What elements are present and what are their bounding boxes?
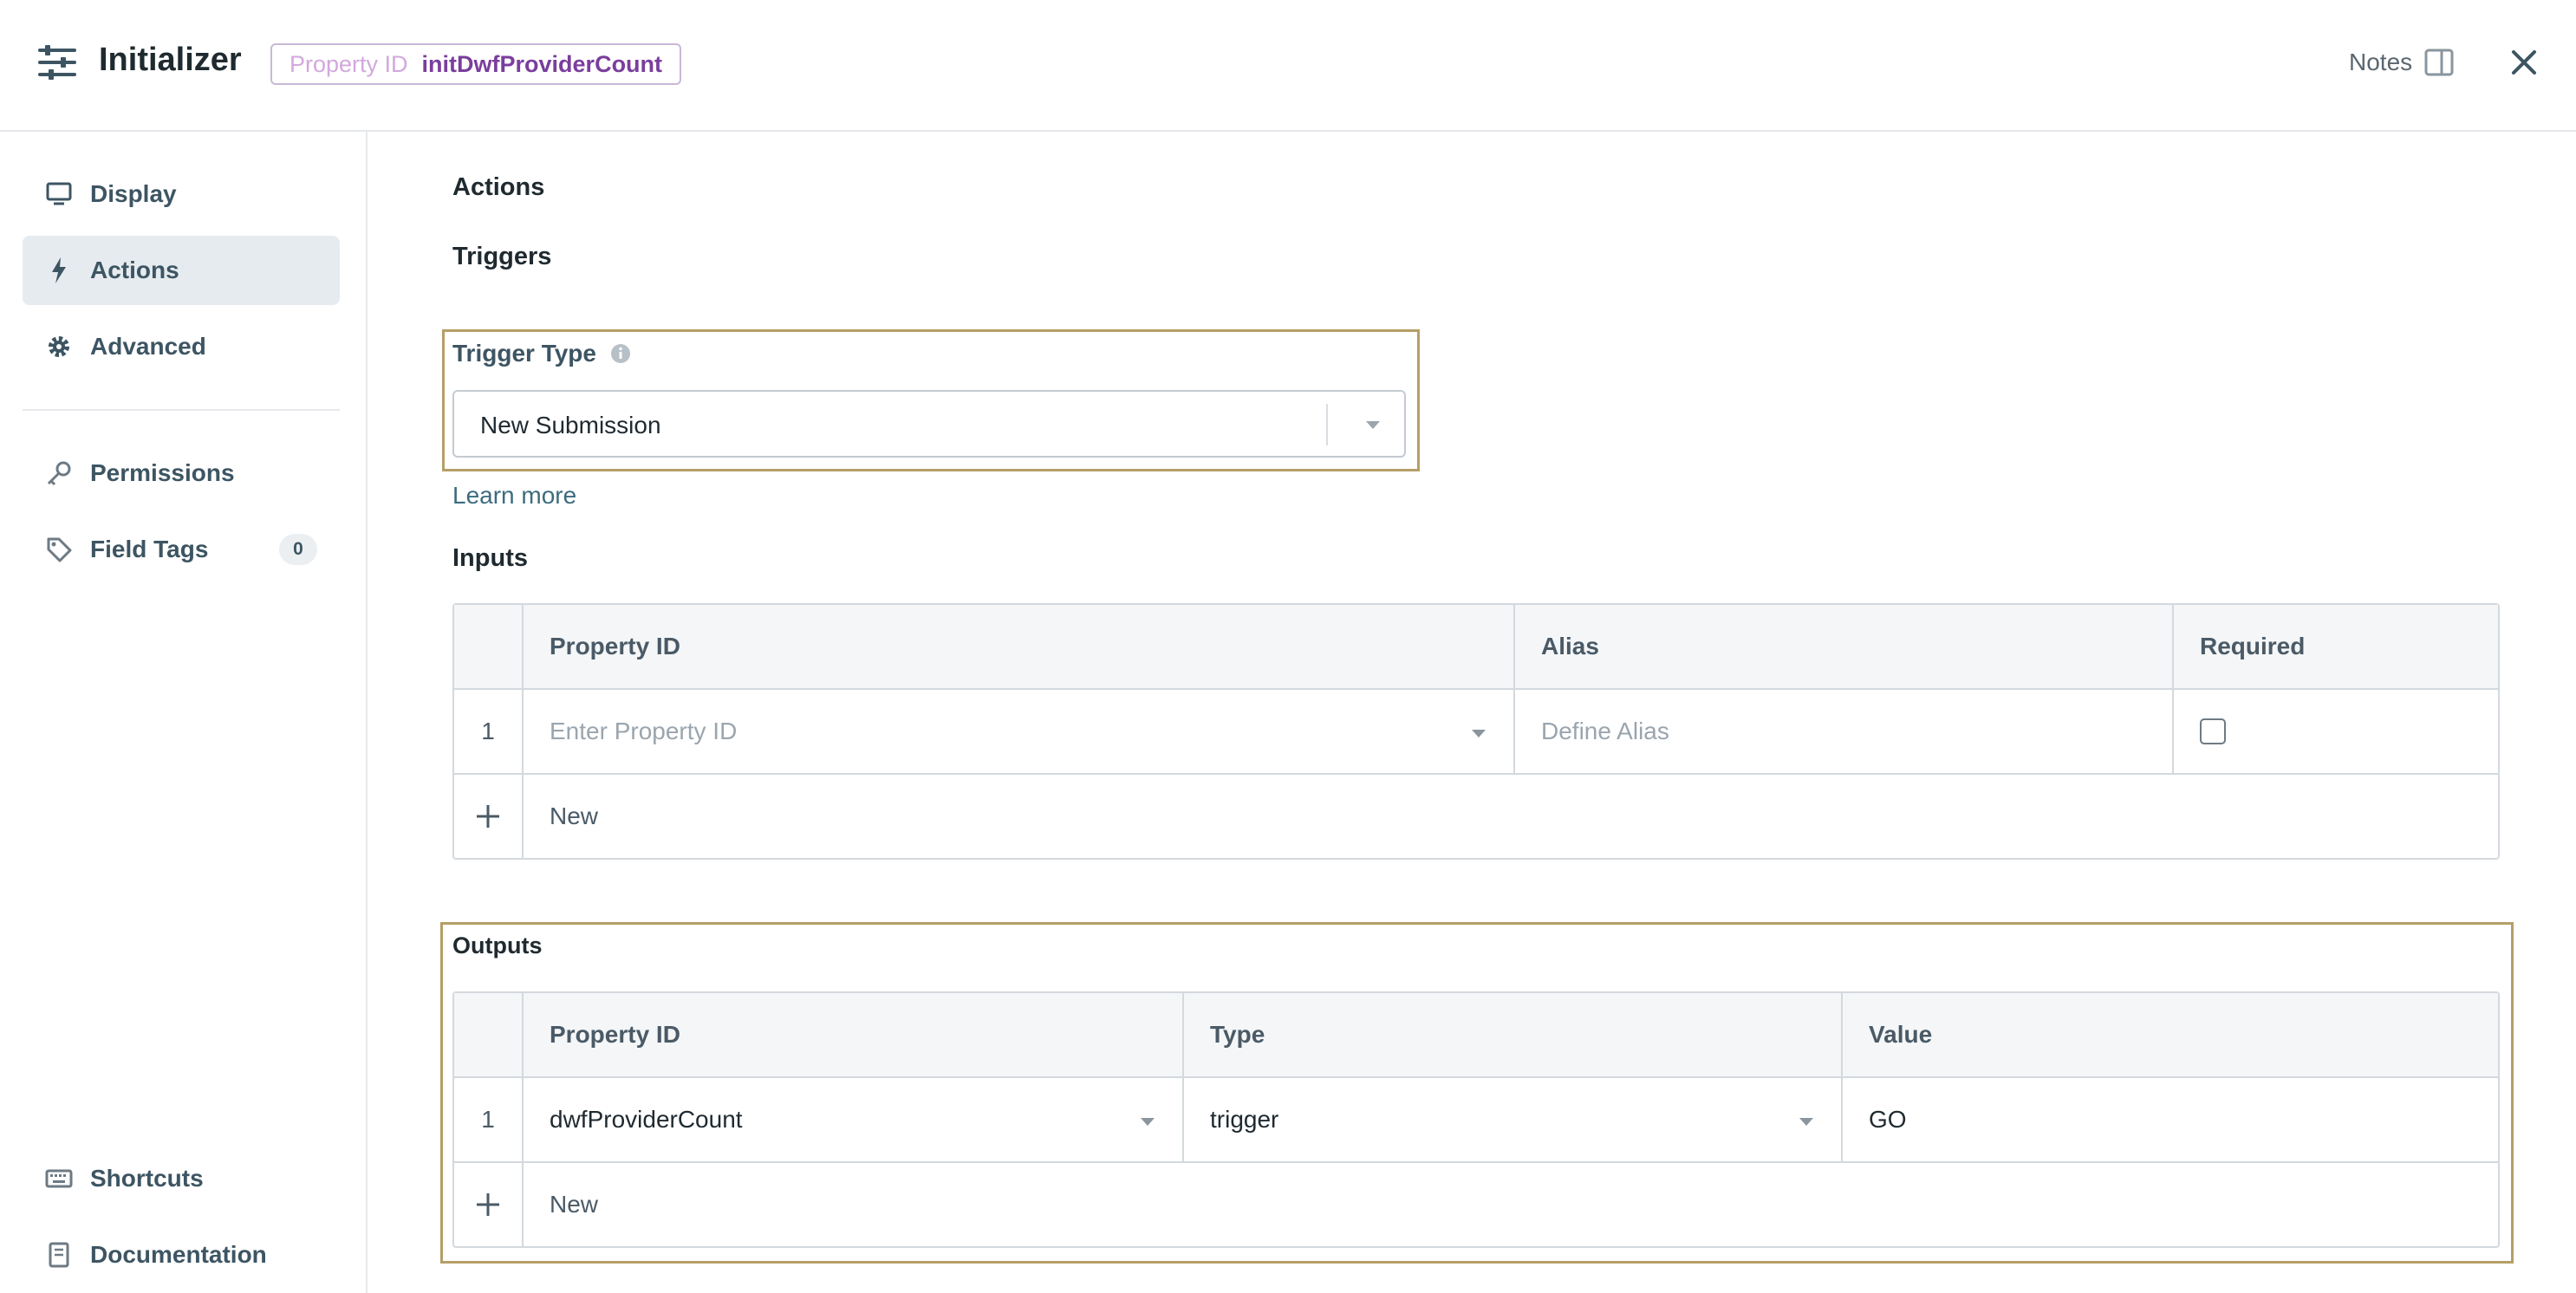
chevron-down-icon xyxy=(1141,1118,1155,1126)
trigger-type-label-text: Trigger Type xyxy=(452,340,596,367)
output-value: GO xyxy=(1869,1106,1907,1133)
new-row: New xyxy=(454,1163,2498,1246)
property-id-label: Property ID xyxy=(289,50,408,77)
output-property-id-dropdown[interactable]: dwfProviderCount xyxy=(524,1078,1184,1161)
alias-input[interactable]: Define Alias xyxy=(1515,690,2174,773)
add-row-button[interactable] xyxy=(454,1163,524,1246)
sidebar-item-label: Display xyxy=(90,180,177,207)
column-header: Value xyxy=(1869,1021,1933,1048)
property-id-value: initDwfProviderCount xyxy=(421,50,663,77)
trigger-type-select[interactable]: New Submission xyxy=(452,390,1406,458)
new-row: New xyxy=(454,775,2498,858)
info-icon[interactable] xyxy=(610,343,631,364)
actions-heading: Actions xyxy=(452,173,545,201)
output-type-dropdown[interactable]: trigger xyxy=(1184,1078,1843,1161)
chevron-down-icon xyxy=(1472,730,1486,737)
column-header: Property ID xyxy=(524,993,1184,1076)
sidebar-item-advanced[interactable]: Advanced xyxy=(23,312,340,381)
table-row: 1 Enter Property ID Define Alias xyxy=(454,690,2498,775)
outputs-table: Property ID Type Value 1 dwfProviderCoun… xyxy=(452,991,2500,1248)
monitor-icon xyxy=(45,180,73,208)
sidebar: Display Actions Advanced Permissions Fie… xyxy=(0,132,368,1293)
inputs-table: Property ID Alias Required 1 Enter Prope… xyxy=(452,603,2500,860)
new-row-label[interactable]: New xyxy=(524,1163,2498,1246)
sidebar-item-label: Permissions xyxy=(90,459,235,486)
alias-placeholder: Define Alias xyxy=(1541,718,1669,744)
column-header: Required xyxy=(2200,633,2306,659)
add-row-button[interactable] xyxy=(454,775,524,858)
header: Initializer Property ID initDwfProviderC… xyxy=(0,0,2576,132)
property-id-badge: Property ID initDwfProviderCount xyxy=(270,43,682,85)
column-header: Alias xyxy=(1515,605,2174,688)
sidebar-item-shortcuts[interactable]: Shortcuts xyxy=(23,1144,340,1213)
column-header: Type xyxy=(1184,993,1843,1076)
output-property-id-value: dwfProviderCount xyxy=(550,1106,743,1133)
property-id-placeholder: Enter Property ID xyxy=(550,718,738,744)
required-checkbox[interactable] xyxy=(2200,718,2226,744)
trigger-type-value: New Submission xyxy=(480,412,661,439)
triggers-heading: Triggers xyxy=(452,243,552,270)
field-tags-count-badge: 0 xyxy=(279,534,317,565)
table-header-row: Property ID Alias Required xyxy=(454,605,2498,690)
sidebar-item-display[interactable]: Display xyxy=(23,159,340,229)
sidebar-divider xyxy=(23,409,340,411)
key-icon xyxy=(45,459,73,487)
sidebar-item-actions[interactable]: Actions xyxy=(23,236,340,305)
sidebar-item-label: Actions xyxy=(90,257,179,283)
gear-icon xyxy=(45,333,73,361)
output-value-input[interactable]: GO xyxy=(1843,1078,2498,1161)
column-header: Property ID xyxy=(524,605,1515,688)
lightning-icon xyxy=(45,257,73,284)
sidebar-item-label: Documentation xyxy=(90,1241,267,1268)
page-title: Initializer xyxy=(99,42,242,78)
sidebar-item-label: Advanced xyxy=(90,333,206,360)
outputs-heading: Outputs xyxy=(452,932,543,958)
property-id-dropdown[interactable]: Enter Property ID xyxy=(524,690,1515,773)
plus-icon xyxy=(477,1193,499,1216)
keyboard-icon xyxy=(45,1165,73,1192)
row-index: 1 xyxy=(454,690,524,773)
sidebar-item-label: Field Tags xyxy=(90,536,209,562)
chevron-down-icon xyxy=(1366,421,1380,429)
sidebar-item-permissions[interactable]: Permissions xyxy=(23,439,340,508)
table-row: 1 dwfProviderCount trigger GO xyxy=(454,1078,2498,1163)
notes-label: Notes xyxy=(2349,49,2413,75)
panel-icon xyxy=(2424,49,2454,76)
book-icon xyxy=(45,1241,73,1269)
sidebar-item-field-tags[interactable]: Field Tags 0 xyxy=(23,515,340,584)
close-icon[interactable] xyxy=(2507,45,2541,80)
inputs-heading: Inputs xyxy=(452,544,528,572)
index-header-cell xyxy=(454,605,524,688)
plus-icon xyxy=(477,805,499,828)
new-row-label[interactable]: New xyxy=(524,775,2498,858)
learn-more-link[interactable]: Learn more xyxy=(452,482,576,510)
chevron-down-icon xyxy=(1799,1118,1813,1126)
table-header-row: Property ID Type Value xyxy=(454,993,2498,1078)
output-type-value: trigger xyxy=(1210,1106,1279,1133)
tag-icon xyxy=(45,536,73,563)
required-cell xyxy=(2174,690,2498,773)
trigger-type-label: Trigger Type xyxy=(452,340,631,367)
sliders-menu-icon[interactable] xyxy=(38,45,76,80)
index-header-cell xyxy=(454,993,524,1076)
sidebar-item-label: Shortcuts xyxy=(90,1165,204,1192)
sidebar-item-documentation[interactable]: Documentation xyxy=(23,1220,340,1290)
notes-toggle[interactable]: Notes xyxy=(2349,49,2454,76)
row-index: 1 xyxy=(454,1078,524,1161)
select-separator xyxy=(1326,404,1328,445)
